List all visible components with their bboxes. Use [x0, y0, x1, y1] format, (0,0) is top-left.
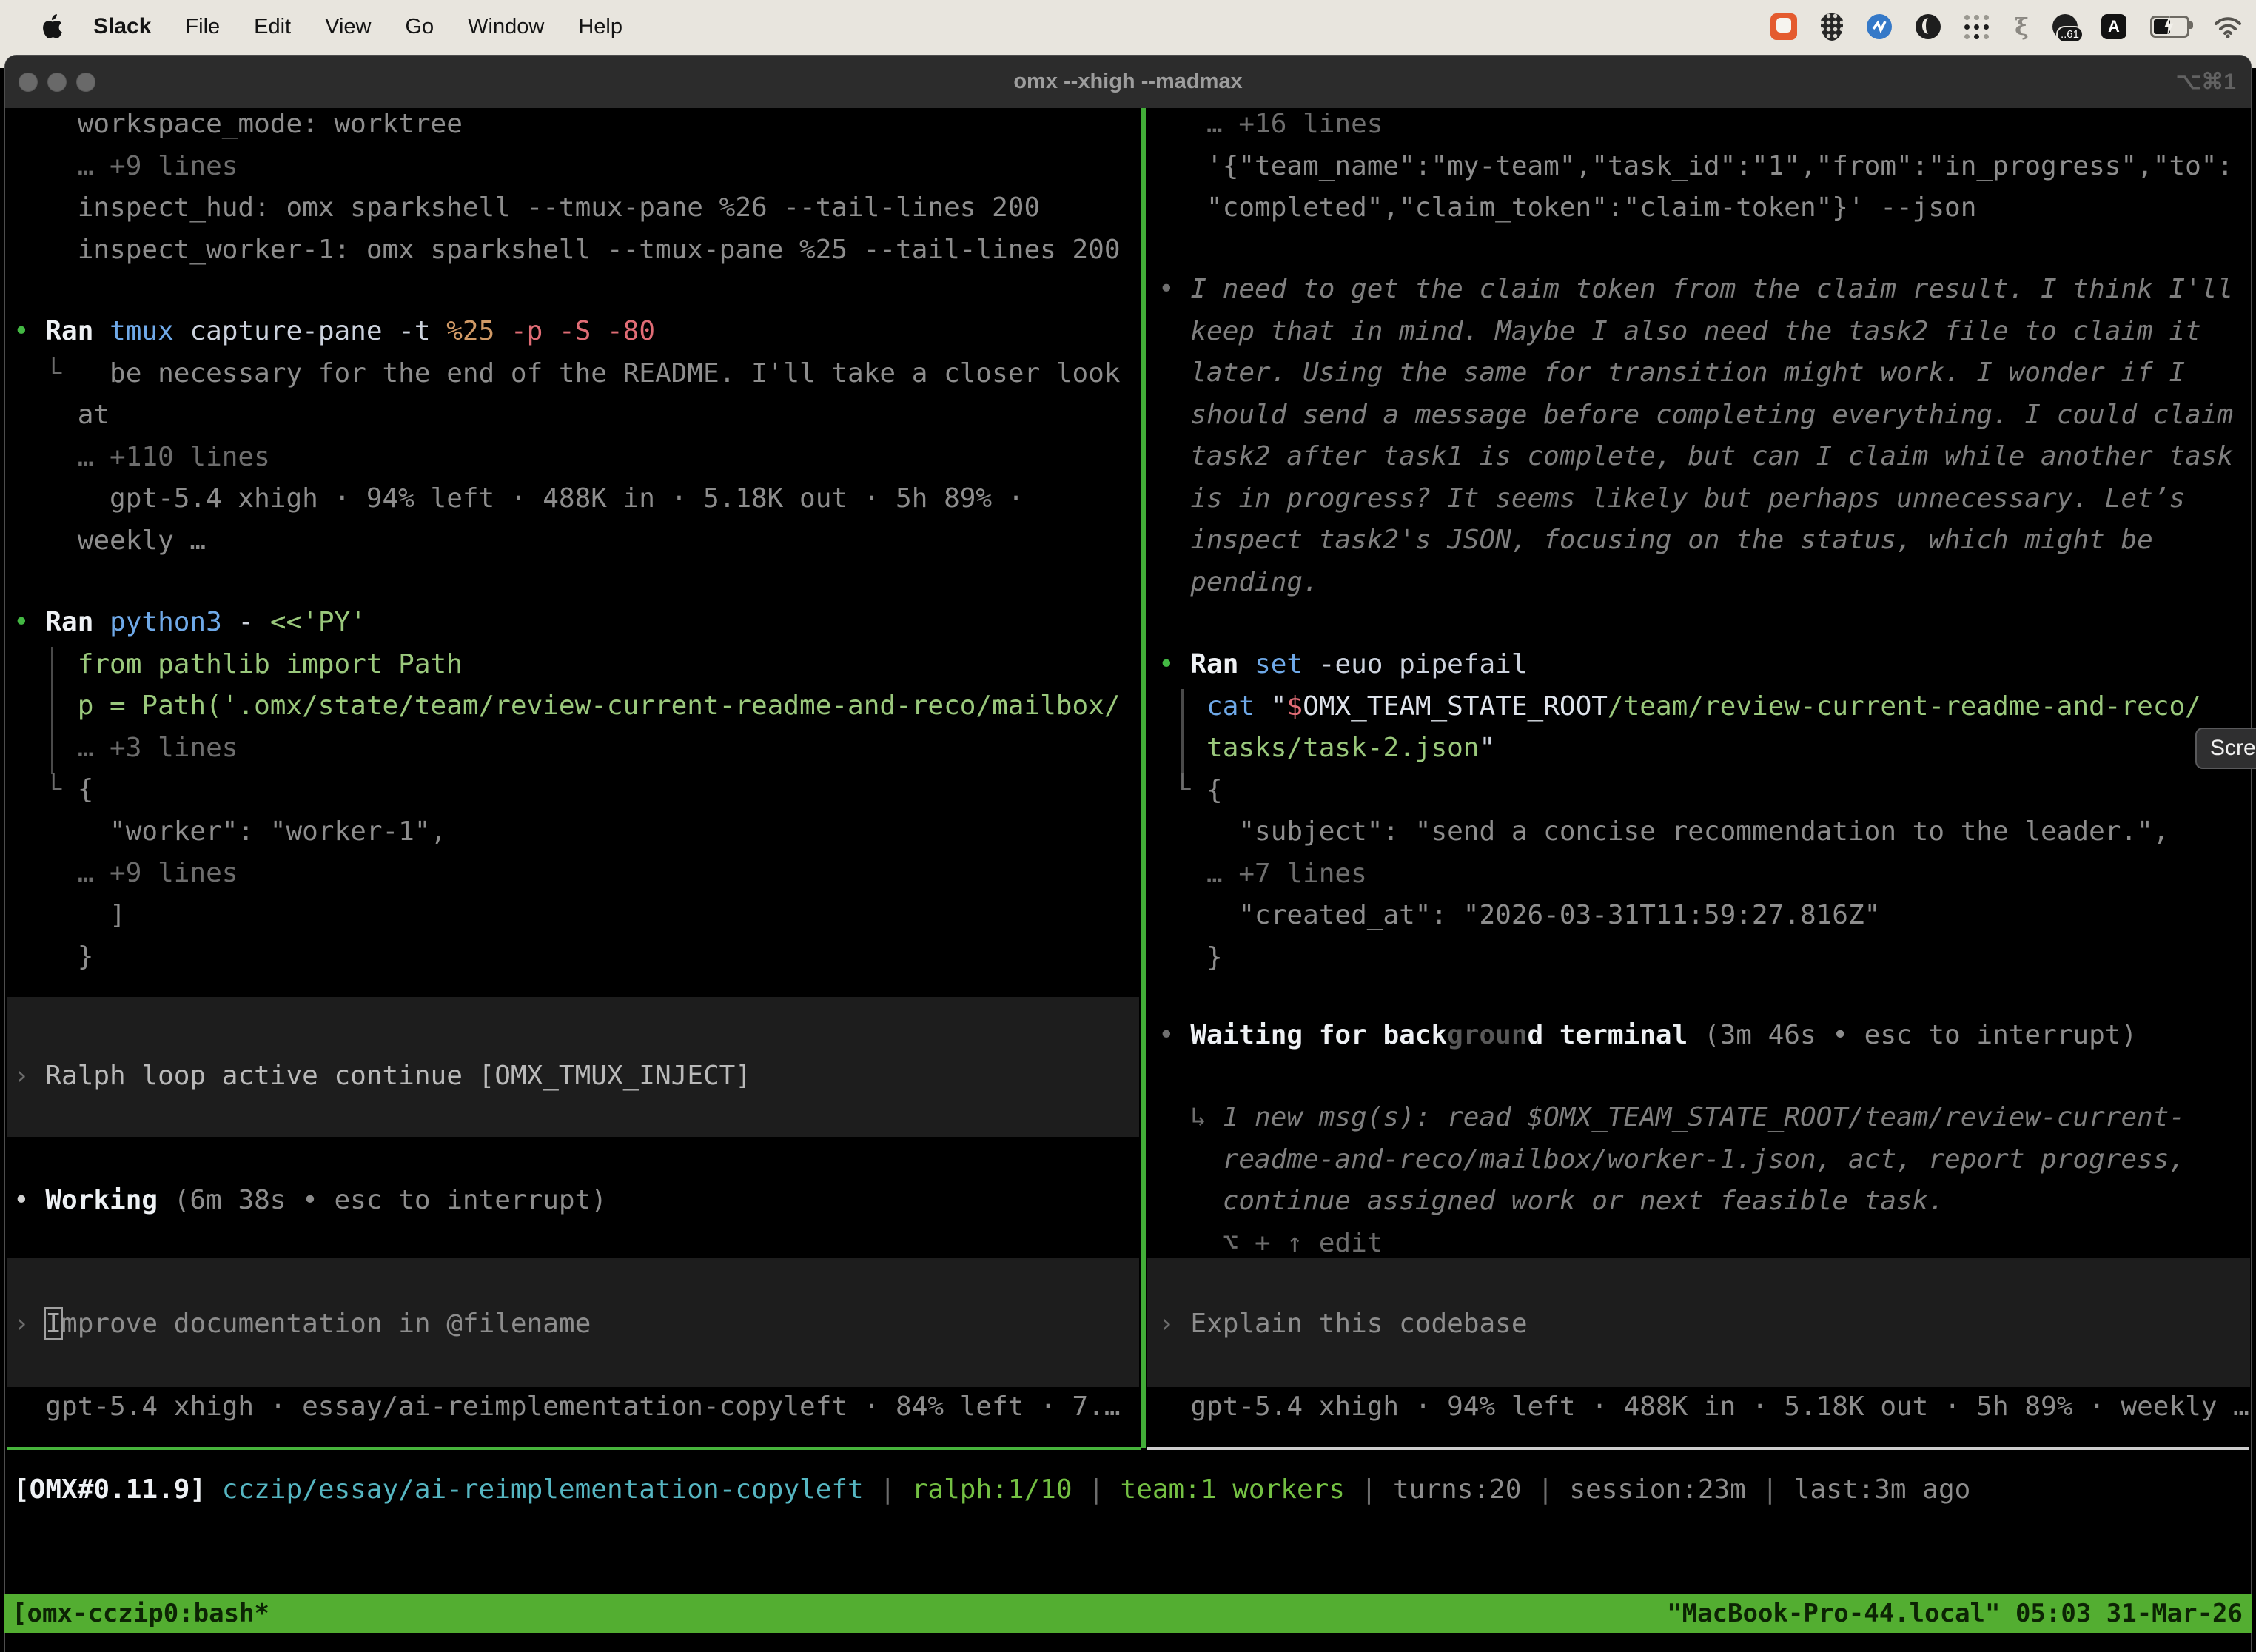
- terminal-line: tasks/task-2.json": [1158, 728, 2201, 770]
- tmux-status-bar: [omx-cczip0:bash* "MacBook-Pro-44.local"…: [4, 1594, 2252, 1633]
- terminal-block: ↳ 1 new msg(s): read $OMX_TEAM_STATE_ROO…: [1158, 1097, 2185, 1264]
- terminal-line: cat "$OMX_TEAM_STATE_ROOT/team/review-cu…: [1158, 686, 2201, 728]
- terminal-line: '{"team_name":"my-team","task_id":"1","f…: [1158, 146, 2233, 188]
- terminal-line: should send a message before completing …: [1158, 394, 2233, 437]
- menu-status-icons: ξ ..61 A: [1770, 0, 2243, 53]
- terminal-line: ↳ 1 new msg(s): read $OMX_TEAM_STATE_ROO…: [1158, 1097, 2185, 1139]
- terminal-line: is in progress? It seems likely but perh…: [1158, 478, 2233, 520]
- menu-item-view[interactable]: View: [325, 15, 371, 39]
- terminal-line: "subject": "send a concise recommendatio…: [1158, 811, 2201, 853]
- menu-item-window[interactable]: Window: [468, 15, 544, 39]
- terminal-block: • Waiting for background terminal (3m 46…: [1158, 1015, 2137, 1057]
- dots-grid-icon[interactable]: [1964, 13, 1991, 40]
- menu-item-edit[interactable]: Edit: [254, 15, 291, 39]
- terminal-line: "completed","claim_token":"claim-token"}…: [1158, 187, 2233, 229]
- terminal-line: pending.: [1158, 562, 2233, 604]
- terminal-line: task2 after task1 is complete, but can I…: [1158, 436, 2233, 478]
- menu-app-name[interactable]: Slack: [93, 14, 151, 39]
- terminal-line: • I need to get the claim token from the…: [1158, 269, 2233, 311]
- zigzag-glyph: [1867, 14, 1892, 39]
- shield-icon[interactable]: [1821, 13, 1843, 41]
- terminal-line: › Explain this codebase: [1158, 1303, 1528, 1346]
- focus-badge-icon[interactable]: ..61: [2052, 14, 2078, 39]
- terminal-line: }: [1158, 937, 2201, 979]
- terminal-block: gpt-5.4 xhigh · 94% left · 488K in · 5.1…: [1158, 1386, 2249, 1428]
- screen: Slack File Edit View Go Window Help ξ ..61 A: [0, 0, 2256, 1652]
- terminal-line: continue assigned work or next feasible …: [1158, 1181, 2185, 1223]
- terminal-block: • Ran set -euo pipefail cat "$OMX_TEAM_S…: [1158, 644, 2201, 978]
- pane-right[interactable]: … +16 lines '{"team_name":"my-team","tas…: [0, 0, 2256, 1652]
- squiggle-icon[interactable]: ξ: [2015, 13, 2029, 41]
- menu-bar: Slack File Edit View Go Window Help ξ ..61 A: [0, 0, 2256, 53]
- terminal-line: └ {: [1158, 770, 2201, 812]
- tmux-session-label: [omx-cczip0:bash*: [12, 1599, 269, 1628]
- menu-items: File Edit View Go Window Help: [151, 15, 622, 39]
- badge-count: ..61: [2056, 26, 2084, 43]
- terminal-line: inspect task2's JSON, focusing on the st…: [1158, 520, 2233, 562]
- tmux-host-clock: "MacBook-Pro-44.local" 05:03 31-Mar-26: [1667, 1599, 2243, 1628]
- tooltip-text: Scre: [2210, 736, 2256, 761]
- wifi-glyph: [2213, 15, 2243, 38]
- disc-app-icon[interactable]: [1916, 14, 1941, 39]
- terminal-line: … +7 lines: [1158, 853, 2201, 896]
- terminal-line: "created_at": "2026-03-31T11:59:27.816Z": [1158, 895, 2201, 937]
- menu-item-go[interactable]: Go: [405, 15, 434, 39]
- pane-divider[interactable]: [1141, 108, 1146, 1448]
- stats-icon[interactable]: [1867, 14, 1892, 39]
- terminal-line: ⌥ + ↑ edit: [1158, 1223, 2185, 1265]
- pane-border-left: [7, 1447, 1141, 1450]
- charging-bolt-icon: [2162, 16, 2176, 36]
- input-source-icon[interactable]: A: [2101, 14, 2126, 39]
- terminal-line: keep that in mind. Maybe I also need the…: [1158, 311, 2233, 353]
- chat-app-icon[interactable]: [1770, 13, 1797, 40]
- notification-tooltip: Scre: [2195, 728, 2256, 769]
- terminal-line: gpt-5.4 xhigh · 94% left · 488K in · 5.1…: [1158, 1386, 2249, 1428]
- menu-item-help[interactable]: Help: [578, 15, 622, 39]
- terminal-block: … +16 lines '{"team_name":"my-team","tas…: [1158, 104, 2233, 229]
- menu-item-file[interactable]: File: [185, 15, 220, 39]
- apple-logo: [41, 14, 62, 39]
- terminal-line: • Waiting for background terminal (3m 46…: [1158, 1015, 2137, 1057]
- battery-icon[interactable]: [2150, 16, 2189, 38]
- terminal-line: later. Using the same for transition mig…: [1158, 352, 2233, 394]
- terminal-line: • Ran set -euo pipefail: [1158, 644, 2201, 686]
- terminal-block: • I need to get the claim token from the…: [1158, 269, 2233, 603]
- omx-status-line: [OMX#0.11.9] cczip/essay/ai-reimplementa…: [13, 1469, 1970, 1511]
- terminal-line: … +16 lines: [1158, 104, 2233, 146]
- wifi-icon[interactable]: [2213, 15, 2243, 38]
- apple-menu-icon[interactable]: [41, 14, 62, 39]
- pane-border-right: [1147, 1447, 2249, 1450]
- terminal-block: › Explain this codebase: [1158, 1303, 1528, 1346]
- terminal-line: readme-and-reco/mailbox/worker-1.json, a…: [1158, 1139, 2185, 1181]
